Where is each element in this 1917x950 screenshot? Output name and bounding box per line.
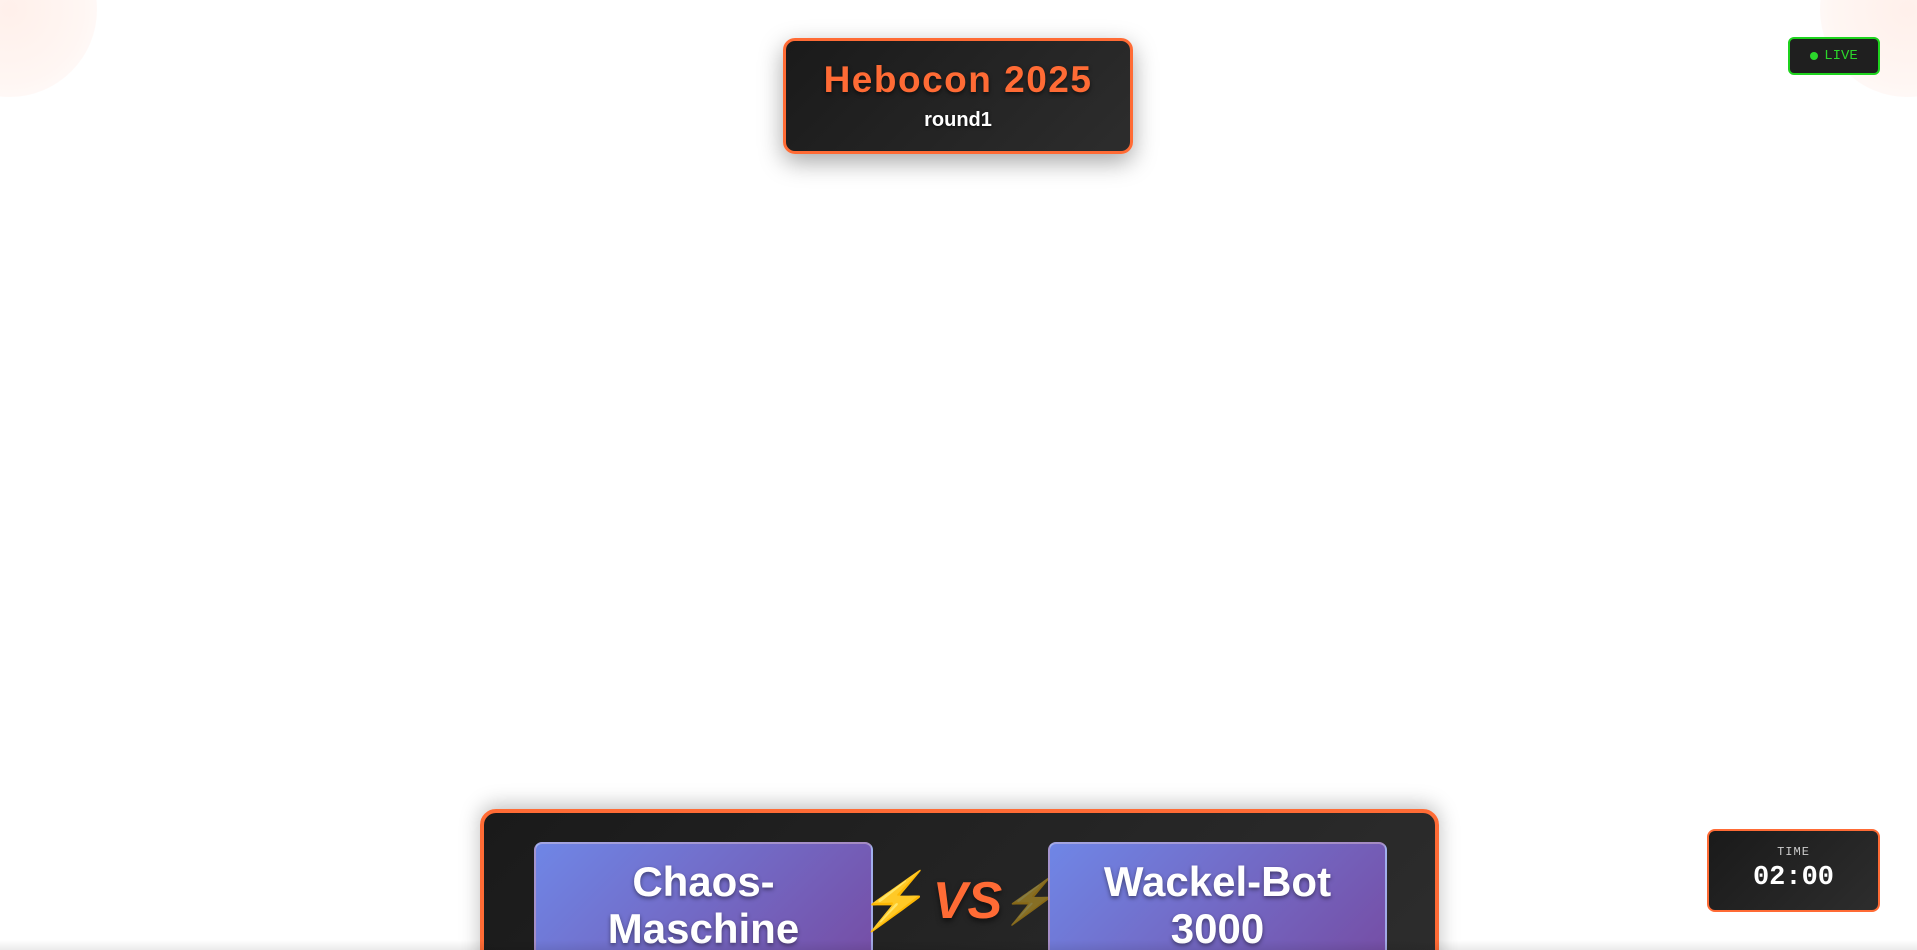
live-label: LIVE xyxy=(1824,48,1858,64)
live-dot-icon xyxy=(1810,52,1819,60)
timer-label: TIME xyxy=(1777,845,1810,859)
event-title: Hebocon 2025 xyxy=(823,59,1093,100)
vs-label: VS xyxy=(932,872,1003,930)
team-right-name: Wackel-Bot 3000 xyxy=(1103,858,1332,950)
match-bar: Chaos- Maschine ⚡ VS ⚡ Wackel-Bot 3000 xyxy=(480,809,1439,950)
team-right-card: Wackel-Bot 3000 xyxy=(1048,842,1387,950)
round-label: round1 xyxy=(924,109,992,131)
live-badge: LIVE xyxy=(1788,37,1880,75)
lightning-bolt-icon: ⚡ xyxy=(854,869,938,932)
timer-value: 02:00 xyxy=(1752,863,1834,893)
bottom-fade xyxy=(0,940,1917,950)
versus-indicator: ⚡ VS ⚡ xyxy=(854,861,1064,941)
timer-box: TIME 02:00 xyxy=(1707,829,1880,912)
team-left-name: Chaos- Maschine xyxy=(607,858,800,950)
team-left-card: Chaos- Maschine xyxy=(534,842,873,950)
event-title-card: Hebocon 2025 round1 xyxy=(783,38,1133,154)
corner-glow-top-left xyxy=(0,0,97,97)
overlay-stage: Hebocon 2025 round1 LIVE Chaos- Maschine… xyxy=(0,0,1917,950)
